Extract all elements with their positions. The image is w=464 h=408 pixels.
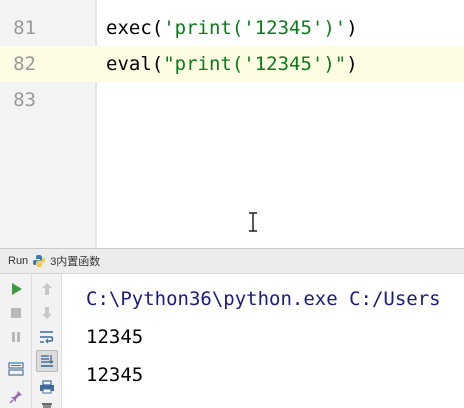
stop-icon: [11, 308, 21, 318]
next-occurrence-button[interactable]: [36, 302, 58, 324]
code-editor[interactable]: 81 exec('print('12345')') 82 eval("print…: [0, 0, 464, 248]
rerun-button[interactable]: [5, 278, 27, 300]
code-token-func: exec(: [106, 17, 164, 39]
code-line-82[interactable]: 82 eval("print('12345')"): [0, 46, 464, 82]
trash-icon: [42, 403, 52, 408]
run-tool-window-header[interactable]: Run 3内置函数: [0, 248, 464, 274]
code-token-punct: ): [346, 53, 358, 75]
arrow-down-icon: [42, 307, 52, 319]
print-icon: [40, 380, 54, 394]
console-line-output: 12345: [86, 326, 144, 348]
scroll-to-end-icon: [41, 355, 54, 367]
print-button[interactable]: [36, 376, 58, 398]
code-line-83[interactable]: 83: [0, 82, 464, 118]
console-line-output: 12345: [86, 364, 144, 386]
code-token-string: "print('12345')": [163, 53, 347, 75]
line-number: 82: [13, 53, 36, 75]
pin-icon: [9, 391, 22, 404]
code-token-punct: ): [346, 17, 358, 39]
ide-window: 81 exec('print('12345')') 82 eval("print…: [0, 0, 464, 408]
console-line-command: C:\Python36\python.exe C:/Users: [86, 288, 441, 310]
line-number: 83: [13, 89, 36, 111]
clear-all-button[interactable]: [36, 398, 58, 408]
layout-icon: [8, 362, 24, 376]
stop-button[interactable]: [5, 302, 27, 324]
run-config-tab[interactable]: 3内置函数: [50, 253, 100, 269]
pin-tab-button[interactable]: [5, 386, 27, 408]
code-token-func: eval(: [106, 53, 164, 75]
pause-button[interactable]: [5, 326, 27, 348]
run-toolbar-primary: [0, 274, 32, 408]
soft-wrap-icon: [40, 331, 54, 344]
run-panel-title: Run: [8, 255, 29, 267]
soft-wrap-button[interactable]: [36, 326, 58, 348]
code-text: eval("print('12345')"): [106, 46, 358, 82]
code-text: exec('print('12345')'): [106, 10, 358, 46]
pause-icon: [12, 332, 20, 342]
restore-layout-button[interactable]: [5, 358, 27, 380]
run-toolbar-secondary: [32, 274, 62, 408]
code-line-81[interactable]: 81 exec('print('12345')'): [0, 10, 464, 46]
text-cursor-icon: [249, 212, 257, 232]
line-number: 81: [13, 17, 36, 39]
previous-occurrence-button[interactable]: [36, 278, 58, 300]
python-file-icon: [33, 255, 46, 267]
console-output[interactable]: C:\Python36\python.exe C:/Users 12345 12…: [62, 274, 464, 408]
code-token-string: 'print('12345')': [163, 17, 347, 39]
scroll-to-end-button[interactable]: [36, 350, 58, 372]
arrow-up-icon: [42, 283, 52, 295]
run-icon: [12, 283, 22, 295]
